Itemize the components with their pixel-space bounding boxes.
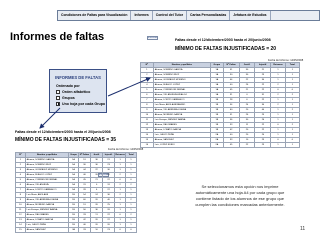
table-cell: 2A	[68, 227, 79, 233]
panel-header: INFORMES DE FALTAS	[55, 75, 101, 80]
panel-subtitle: Ordenado por	[56, 84, 80, 88]
table-cell: 1	[270, 142, 286, 148]
menu-item-informes[interactable]: Informes	[131, 11, 153, 20]
checkbox-grupos[interactable]	[56, 95, 60, 100]
checkbox-hoja-por-grupo[interactable]	[56, 101, 60, 106]
report-options-panel: INFORMES DE FALTAS Ordenado por Orden al…	[49, 69, 107, 113]
table-cell: 16	[140, 142, 154, 148]
table-cell: 23	[254, 142, 272, 148]
report-bottom-stat: MÍNIMO DE FALTAS INJUSTIFICADAS = 35	[15, 137, 117, 143]
menu-item-control-tutor[interactable]: Control del Tutor	[153, 11, 188, 20]
report-top-stat: MÍNIMO DE FALTAS INJUSTIFICADAS = 20	[175, 46, 277, 52]
report-bottom-date: Fecha del informe: 14/05/2008	[108, 148, 144, 151]
report-top-heading: Faltas desde el 12/diciembre/2003 hasta …	[175, 38, 271, 42]
table-cell: 23	[102, 227, 116, 233]
table-cell: Alumno, SANCHEZ	[24, 227, 70, 233]
menu-item-jefatura[interactable]: Jefatura de Estudios	[230, 11, 271, 20]
table-cell: 0	[125, 227, 137, 233]
table-cell: 2A	[209, 142, 224, 148]
table-cell: 45	[222, 142, 240, 148]
menu-item-condiciones[interactable]: Condiciones de Faltas para Visualización	[58, 11, 132, 20]
table-cell: 15	[15, 227, 26, 233]
option-hoja-por-grupo[interactable]: Uno hoja por cada Grupo	[56, 101, 106, 106]
table-cell: 1	[284, 142, 301, 148]
option-label: Uno hoja por cada Grupo	[62, 101, 106, 106]
checkbox-alfabetico[interactable]	[56, 89, 60, 94]
informes-chip-top[interactable]: Informes	[147, 36, 158, 40]
report-bottom-heading: Faltas desde el 12/diciembre/2003 hasta …	[15, 130, 111, 134]
report-top-table: Nº Nombre y apellidos Grupo Nº Faltas Justif…	[140, 62, 301, 148]
table-cell: 33	[77, 227, 92, 233]
table-row: 16 Luis, LOPEZ RUBIO 2A 45 22 23 1 1	[140, 142, 301, 148]
option-grupos[interactable]: Grupos	[56, 95, 106, 100]
report-bottom-table: Nº Nombre y apellidos Grupo Nº Faltas Justif…	[15, 152, 137, 233]
option-label: Grupos	[62, 95, 75, 100]
table-row: 15 Alumno, SANCHEZ 2A 33 10 23 0 0	[15, 227, 137, 233]
option-alfabetico[interactable]: Orden alfabético	[56, 89, 106, 94]
menu-item-cartas[interactable]: Cartas Personalizadas	[187, 11, 231, 20]
menubar: Condiciones de Faltas para Visualización…	[57, 10, 320, 21]
option-label: Orden alfabético	[62, 89, 91, 94]
callout-text: Se seleccionamos esta opción nos imprime…	[195, 184, 285, 207]
page-title: Informes de faltas	[10, 31, 105, 43]
table-cell: Luis, LOPEZ RUBIO	[152, 142, 211, 148]
table-cell: 0	[114, 227, 127, 233]
table-cell: 22	[238, 142, 256, 148]
page-number: 11	[300, 226, 306, 232]
table-cell: 10	[89, 227, 104, 233]
